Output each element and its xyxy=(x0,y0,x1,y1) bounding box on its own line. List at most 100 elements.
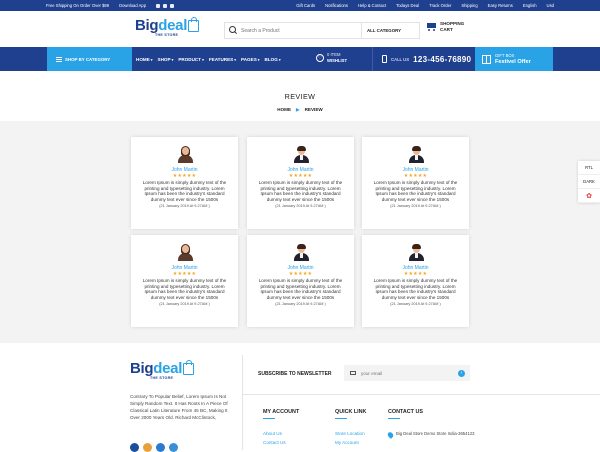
subscribe-button[interactable]: › xyxy=(458,369,465,377)
free-shipping-text: Free Shipping On Order Over $99 xyxy=(46,3,110,8)
gift-cards-link[interactable]: Gift Cards xyxy=(296,3,315,8)
review-date: (21 January 2019 At 9.27AM ) xyxy=(159,204,210,209)
call-us-block: CALL US 123-456-76890 xyxy=(372,47,471,71)
logo-tagline: THE STORE xyxy=(155,33,179,37)
chevron-down-icon: ▾ xyxy=(257,57,260,62)
track-order-link[interactable]: Track Order xyxy=(429,3,451,8)
review-card: John Martin ★★★★★ Lorem Ipsum is simply … xyxy=(131,235,238,327)
dark-mode-toggle[interactable]: DARK xyxy=(578,175,600,189)
notifications-link[interactable]: Notifications xyxy=(325,3,348,8)
search-icon[interactable] xyxy=(229,26,238,35)
newsletter-form: › xyxy=(344,365,470,381)
payment-icons xyxy=(130,443,178,452)
review-text: Lorem Ipsum is simply dummy text of the … xyxy=(373,180,458,202)
nav-item-features-label: FEATURES xyxy=(208,56,234,62)
review-text: Lorem Ipsum is simply dummy text of the … xyxy=(142,278,227,300)
main-navigation: SHOP BY CATEGORY HOME▾ SHOP▾ PRODUCT▾ FE… xyxy=(0,47,600,71)
site-footer: Bigdeal THE STORE Contrary To Popular Be… xyxy=(0,343,600,452)
category-select[interactable]: ALL CATEGORY xyxy=(361,23,419,38)
language-select[interactable]: English xyxy=(523,3,537,8)
chevron-down-icon: ▾ xyxy=(171,57,174,62)
my-account-title: MY ACCOUNT xyxy=(263,409,300,415)
chevron-right-icon: ▶ xyxy=(296,107,300,112)
review-text: Lorem Ipsum is simply dummy text of the … xyxy=(373,278,458,300)
phone-number[interactable]: 123-456-76890 xyxy=(413,55,471,64)
chevron-down-icon: ▾ xyxy=(278,57,281,62)
shipping-link[interactable]: Shipping xyxy=(461,3,477,8)
review-date: (21 January 2019 At 9.27AM ) xyxy=(275,204,326,209)
newsletter-email-input[interactable] xyxy=(361,370,458,376)
nav-item-product[interactable]: PRODUCT▾ xyxy=(178,57,203,62)
logo-big-text: Big xyxy=(135,17,159,34)
app-store-icons[interactable] xyxy=(156,3,175,8)
review-date: (21 January 2019 At 9.27AM ) xyxy=(275,302,326,307)
review-date: (21 January 2019 At 9.27AM ) xyxy=(159,302,210,307)
contact-us-title: CONTACT US xyxy=(388,409,423,415)
easy-returns-link[interactable]: Easy Returns xyxy=(488,3,513,8)
nav-item-blog[interactable]: BLOG▾ xyxy=(265,57,281,62)
footer-logo-big-text: Big xyxy=(130,360,154,377)
download-app-text[interactable]: Download App xyxy=(119,3,146,8)
footer-link-about-us[interactable]: About Us xyxy=(263,431,282,436)
wishlist-button[interactable]: ♡ 0 ITEM WISHLIST xyxy=(316,52,347,63)
reviewer-avatar xyxy=(293,244,309,261)
footer-logo-tagline: THE STORE xyxy=(150,376,174,380)
reviewer-avatar xyxy=(177,146,193,163)
nav-item-features[interactable]: FEATURES▾ xyxy=(209,57,236,62)
payment-paypal-icon xyxy=(156,443,165,452)
menu-icon xyxy=(56,56,62,62)
settings-gear-icon[interactable]: ✿ xyxy=(578,189,600,203)
gift-icon xyxy=(482,54,491,64)
call-us-label: CALL US xyxy=(391,56,410,62)
search-bar: ALL CATEGORY xyxy=(224,22,420,39)
quick-link-title: QUICK LINK xyxy=(335,409,367,415)
footer-link-contact-us[interactable]: Contact Us xyxy=(263,440,286,445)
footer-logo-deal-text: deal xyxy=(153,360,183,377)
nav-item-home[interactable]: HOME▾ xyxy=(136,57,153,62)
contact-us-heading: CONTACT US xyxy=(388,409,423,419)
store-address: Big Deal Store Demo Store India-3654123 xyxy=(396,431,475,436)
review-text: Lorem Ipsum is simply dummy text of the … xyxy=(258,180,343,202)
shop-by-category-button[interactable]: SHOP BY CATEGORY xyxy=(47,47,132,71)
payment-mastercard-icon xyxy=(143,443,152,452)
shopping-bag-icon xyxy=(188,17,200,32)
star-rating: ★★★★★ xyxy=(172,271,197,277)
payment-amex-icon xyxy=(169,443,178,452)
reviews-section: John Martin ★★★★★ Lorem Ipsum is simply … xyxy=(0,121,600,343)
currency-select[interactable]: Usd xyxy=(547,3,554,8)
nav-item-pages-label: PAGES xyxy=(241,56,257,62)
nav-item-pages[interactable]: PAGES▾ xyxy=(241,57,260,62)
site-header: Bigdeal THE STORE ALL CATEGORY SHOPPINGC… xyxy=(0,11,600,47)
shop-by-category-label: SHOP BY CATEGORY xyxy=(65,56,111,62)
site-logo[interactable]: Bigdeal THE STORE xyxy=(135,17,200,37)
palette-icon: ✿ xyxy=(586,192,592,200)
festival-offer-label: Festivel Offer xyxy=(495,59,531,65)
help-contact-link[interactable]: Help & Contact xyxy=(358,3,386,8)
rtl-toggle[interactable]: RTL xyxy=(578,161,600,175)
nav-item-product-label: PRODUCT xyxy=(178,56,202,62)
review-card: John Martin ★★★★★ Lorem Ipsum is simply … xyxy=(247,137,354,229)
side-toolbar: RTL DARK ✿ xyxy=(578,161,600,203)
reviewer-avatar xyxy=(293,146,309,163)
breadcrumb: HOME ▶ REVIEW xyxy=(0,107,600,113)
footer-link-store-location[interactable]: Store Location xyxy=(335,431,365,436)
star-rating: ★★★★★ xyxy=(403,173,428,179)
star-rating: ★★★★★ xyxy=(172,173,197,179)
chevron-down-icon: ▾ xyxy=(150,57,153,62)
star-rating: ★★★★★ xyxy=(403,271,428,277)
gift-box-offer[interactable]: GIFT BOX Festivel Offer xyxy=(475,47,553,71)
todays-deal-link[interactable]: Todays Deal xyxy=(396,3,419,8)
breadcrumb-current: REVIEW xyxy=(304,107,323,112)
chevron-down-icon: ▾ xyxy=(234,57,237,62)
footer-logo[interactable]: Bigdeal THE STORE xyxy=(130,360,195,380)
nav-item-shop-label: SHOP xyxy=(157,56,171,62)
footer-divider-vertical xyxy=(242,355,243,450)
heart-icon: ♡ xyxy=(316,53,324,62)
breadcrumb-home[interactable]: HOME xyxy=(277,107,291,113)
cart-icon xyxy=(425,22,437,32)
search-input[interactable] xyxy=(241,27,361,34)
shopping-cart-button[interactable]: SHOPPING CART xyxy=(425,21,464,33)
nav-item-shop[interactable]: SHOP▾ xyxy=(158,57,174,62)
category-select-label: ALL CATEGORY xyxy=(367,28,402,33)
footer-link-my-account[interactable]: My Account xyxy=(335,440,359,445)
